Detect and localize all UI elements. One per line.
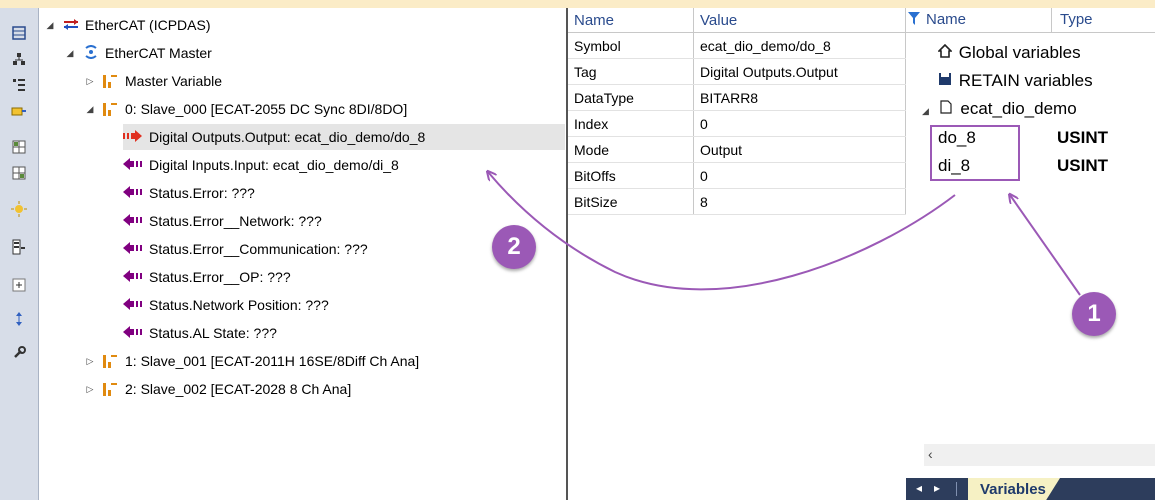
straight-arrow bbox=[1010, 195, 1081, 296]
curved-arrow bbox=[488, 172, 956, 291]
step-badge-2: 2 bbox=[492, 225, 536, 269]
annotation-overlay bbox=[0, 0, 1081, 296]
step-badge-1: 1 bbox=[1072, 292, 1116, 336]
